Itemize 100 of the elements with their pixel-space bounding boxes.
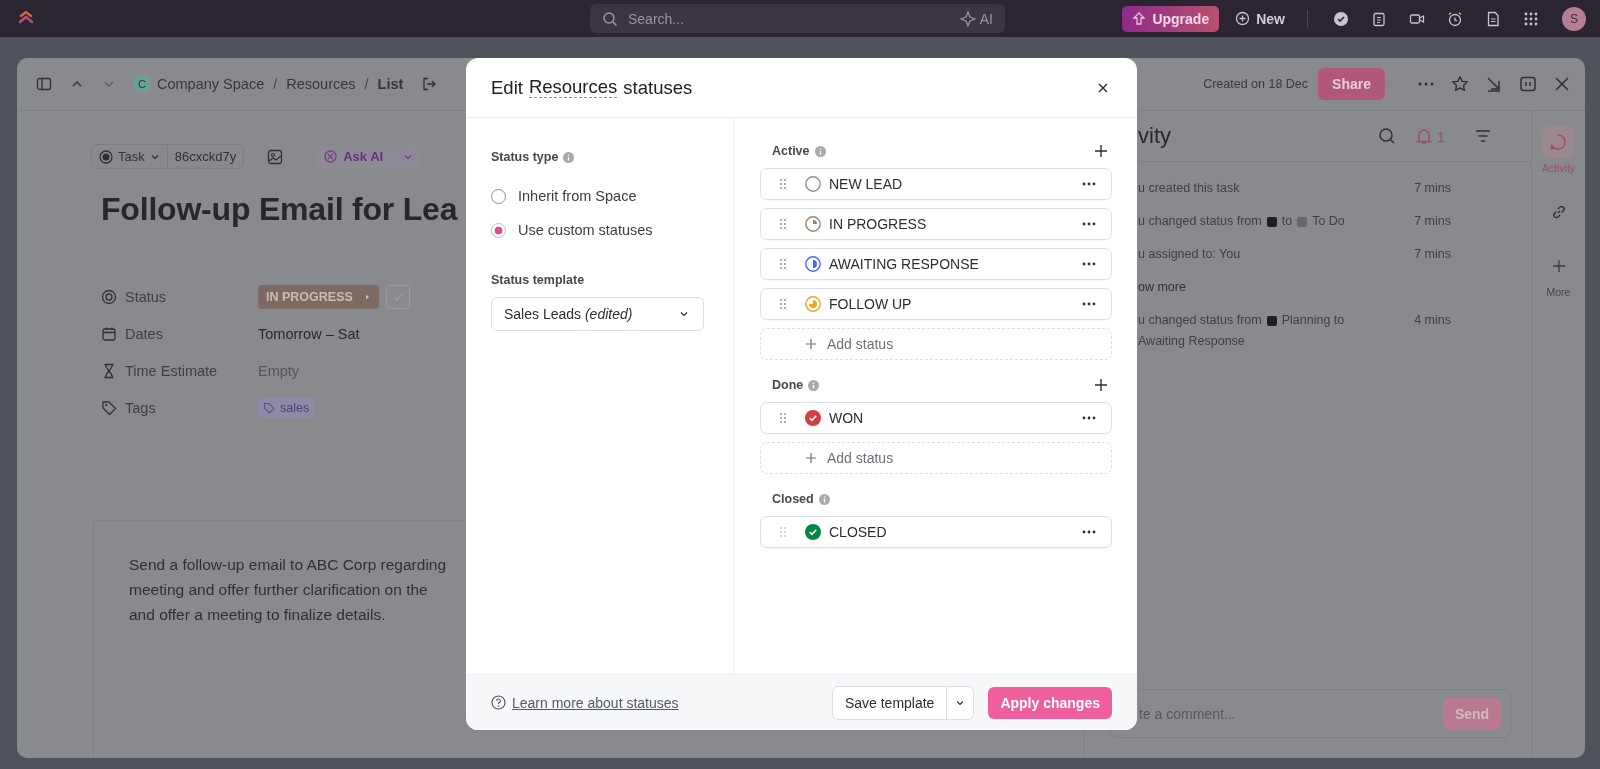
status-icon[interactable] [805, 410, 821, 426]
info-icon [808, 379, 820, 391]
status-row[interactable]: AWAITING RESPONSE [760, 248, 1112, 280]
status-button[interactable]: IN PROGRESS [258, 284, 379, 309]
more-icon[interactable] [1082, 530, 1096, 534]
drag-handle-icon[interactable] [779, 178, 787, 190]
status-row[interactable]: FOLLOW UP [760, 288, 1112, 320]
drag-handle-icon[interactable] [779, 298, 787, 310]
group-label: Done [772, 378, 804, 392]
status-type-option[interactable]: Inherit from Space [491, 179, 708, 213]
help-icon [491, 695, 506, 710]
apply-changes-button[interactable]: Apply changes [988, 686, 1112, 719]
show-more-link[interactable]: ow more [1138, 279, 1186, 296]
status-icon[interactable] [805, 216, 821, 232]
created-date: Created on 18 Dec [1203, 77, 1309, 91]
info-icon [818, 493, 830, 505]
ai-label: AI [979, 10, 993, 27]
activity-text: to [1281, 213, 1293, 230]
breadcrumb-link[interactable]: Company Space [157, 76, 265, 92]
status-name: AWAITING RESPONSE [829, 256, 979, 272]
status-icon[interactable] [805, 256, 821, 272]
activity-time: 7 mins [1414, 180, 1451, 197]
new-button[interactable]: New [1235, 10, 1285, 27]
tag-icon [101, 399, 117, 416]
status-row[interactable]: IN PROGRESS [760, 208, 1112, 240]
activity-time: 7 mins [1414, 246, 1451, 263]
drag-handle-icon[interactable] [779, 526, 787, 538]
more-icon[interactable] [1082, 416, 1096, 420]
search-icon[interactable] [1377, 127, 1396, 145]
apps-grid-icon[interactable] [1523, 10, 1539, 27]
add-status-button[interactable]: Add status [760, 328, 1112, 360]
dialog-title-suffix: statuses [623, 76, 693, 99]
add-icon[interactable] [1094, 144, 1108, 158]
rail-label: More [1546, 286, 1571, 298]
learn-more-link[interactable]: Learn more about statuses [512, 694, 679, 711]
activity-text: u changed status from [1138, 312, 1262, 329]
close-icon[interactable] [1553, 75, 1571, 93]
status-icon[interactable] [805, 176, 821, 192]
status-row[interactable]: NEW LEAD [760, 168, 1112, 200]
share-button[interactable]: Share [1318, 68, 1385, 100]
drag-handle-icon[interactable] [779, 412, 787, 424]
activity-text: Planning to [1281, 312, 1345, 329]
activity-text: u assigned to: You [1138, 246, 1241, 263]
status-type-option[interactable]: Use custom statuses [491, 213, 708, 247]
search-icon [602, 10, 618, 27]
info-icon [563, 151, 575, 163]
breadcrumb-link[interactable]: Resources [286, 76, 356, 92]
status-name: CLOSED [829, 524, 887, 540]
search-field[interactable]: Search... [626, 9, 952, 28]
rail-label: Activity [1541, 162, 1576, 174]
status-icon[interactable] [805, 524, 821, 540]
task-type-button[interactable]: Task [92, 145, 168, 168]
move-icon[interactable] [421, 76, 438, 92]
section-label: Status type [491, 150, 559, 164]
dialog-title: Edit [491, 76, 523, 99]
panel-icon[interactable] [1519, 75, 1537, 93]
document-icon[interactable] [1485, 10, 1501, 27]
more-icon[interactable] [1082, 182, 1096, 186]
status-row[interactable]: CLOSED [760, 516, 1112, 548]
task-id[interactable]: 86cxckd7y [167, 149, 244, 164]
clipboard-icon[interactable] [1371, 10, 1387, 27]
status-name: WON [829, 410, 864, 426]
drag-handle-icon[interactable] [779, 218, 787, 230]
plus-icon [805, 452, 817, 464]
tag-chip[interactable]: sales [258, 397, 315, 418]
sparkle-icon [959, 10, 976, 27]
field-label: Dates [125, 325, 164, 342]
check-circle-icon[interactable] [1333, 10, 1349, 27]
field-value[interactable]: Tomorrow – Sat [258, 325, 360, 342]
activity-text: Awaiting Response [1138, 333, 1245, 350]
more-icon[interactable] [1082, 302, 1096, 306]
more-icon[interactable] [1082, 222, 1096, 226]
search-bar[interactable]: Search... AI [590, 4, 1005, 33]
add-icon[interactable] [1094, 378, 1108, 392]
field-label: Time Estimate [125, 362, 219, 379]
add-status-button[interactable]: Add status [760, 442, 1112, 474]
section-label: Status template [491, 273, 585, 287]
space-link[interactable]: Resources [528, 77, 618, 98]
template-dropdown[interactable]: Sales Leads (edited) [491, 297, 704, 331]
drag-handle-icon[interactable] [779, 258, 787, 270]
status-name: NEW LEAD [829, 176, 903, 192]
filter-icon[interactable] [1475, 129, 1491, 143]
breadcrumb-link[interactable]: List [377, 76, 404, 92]
breadcrumb-separator: / [273, 76, 278, 92]
breadcrumb-separator: / [364, 76, 369, 92]
activity-text: u created this task [1138, 180, 1240, 197]
alarm-clock-icon[interactable] [1447, 10, 1463, 27]
sidebar-toggle-icon[interactable] [36, 76, 52, 92]
upgrade-button[interactable]: Upgrade [1122, 5, 1220, 32]
status-row[interactable]: WON [760, 402, 1112, 434]
ask-ai-button[interactable]: Ask AI [316, 145, 422, 168]
task-type-control[interactable]: Task 86cxckd7y [91, 144, 245, 169]
user-avatar[interactable]: S [1562, 6, 1586, 31]
star-icon[interactable] [1451, 75, 1469, 93]
activity-text: To Do [1312, 213, 1345, 230]
image-icon[interactable] [267, 148, 284, 165]
plus-circle-icon [1235, 11, 1251, 26]
arrow-down-right-icon[interactable] [1485, 75, 1503, 93]
more-icon[interactable] [1082, 262, 1096, 266]
description-text: Send a follow-up email to ABC Corp regarding meeting and offer further clarification on the and offer a meeting to finalize details. [129, 555, 448, 625]
